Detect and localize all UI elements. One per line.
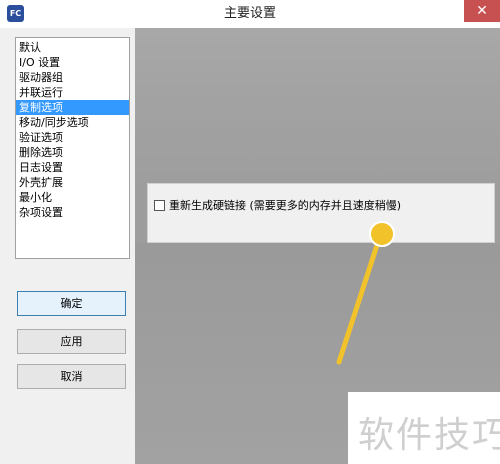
cancel-button[interactable]: 取消 — [17, 364, 126, 389]
sidebar-item-log-settings[interactable]: 日志设置 — [16, 160, 129, 175]
sidebar-item-shell-extension[interactable]: 外壳扩展 — [16, 175, 129, 190]
sidebar-item-move-sync-options[interactable]: 移动/同步选项 — [16, 115, 129, 130]
close-icon: ✕ — [476, 3, 488, 19]
settings-category-list[interactable]: 默认 I/O 设置 驱动器组 并联运行 复制选项 移动/同步选项 验证选项 删除… — [15, 37, 130, 259]
sidebar-item-delete-options[interactable]: 删除选项 — [16, 145, 129, 160]
blurred-region-top — [135, 28, 500, 183]
main-settings-window: FC 主要设置 ✕ 默认 I/O 设置 驱动器组 并联运行 复制选项 移动/同步… — [0, 0, 500, 464]
watermark-text: 软件技巧 — [358, 415, 500, 456]
sidebar-item-misc-settings[interactable]: 杂项设置 — [16, 205, 129, 220]
sidebar-item-copy-options[interactable]: 复制选项 — [16, 100, 129, 115]
hardlink-label[interactable]: 重新生成硬链接 (需要更多的内存并且速度稍慢) — [169, 199, 401, 212]
sidebar-item-io-settings[interactable]: I/O 设置 — [16, 55, 129, 70]
close-button[interactable]: ✕ — [464, 0, 500, 22]
ok-button[interactable]: 确定 — [17, 291, 126, 316]
sidebar-item-minimize[interactable]: 最小化 — [16, 190, 129, 205]
title-bar[interactable]: FC 主要设置 ✕ — [0, 0, 500, 28]
window-title: 主要设置 — [223, 6, 276, 21]
sidebar-item-default[interactable]: 默认 — [16, 40, 129, 55]
copy-options-group — [147, 183, 495, 243]
sidebar-item-drive-groups[interactable]: 驱动器组 — [16, 70, 129, 85]
sidebar-item-parallel-run[interactable]: 并联运行 — [16, 85, 129, 100]
watermark: 软件技巧 — [348, 392, 500, 464]
apply-button[interactable]: 应用 — [17, 329, 126, 354]
sidebar-item-verify-options[interactable]: 验证选项 — [16, 130, 129, 145]
hardlink-checkbox[interactable] — [154, 200, 165, 211]
